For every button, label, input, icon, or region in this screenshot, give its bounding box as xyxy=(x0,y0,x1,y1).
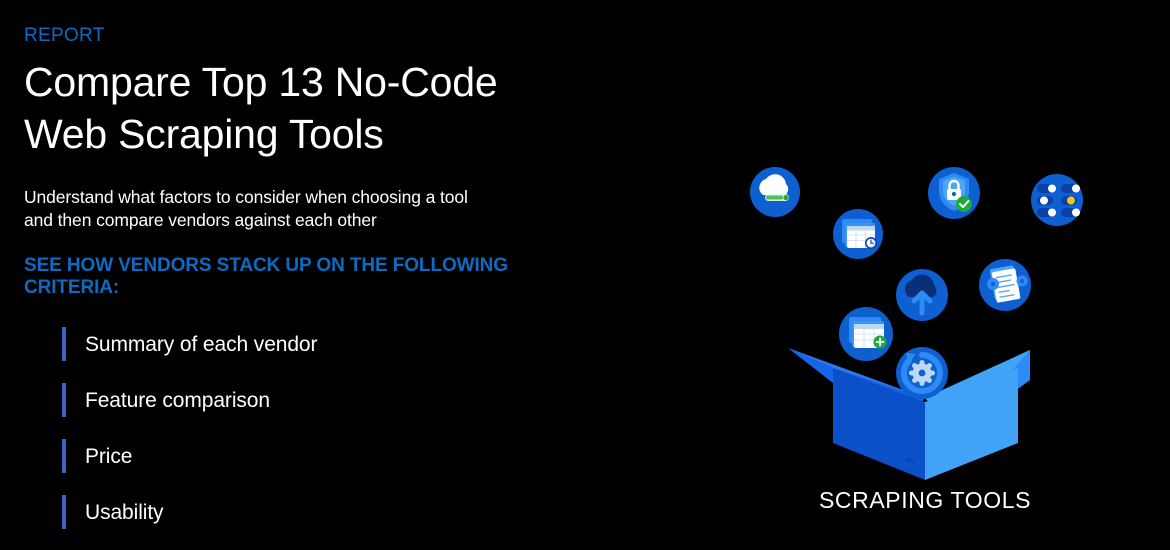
list-item-label: Price xyxy=(85,444,133,468)
subtitle: Understand what factors to consider when… xyxy=(24,186,564,233)
sync-gear-icon xyxy=(896,347,948,399)
criteria-heading: SEE HOW VENDORS STACK UP ON THE FOLLOWIN… xyxy=(24,255,544,300)
cloud-sync-icon xyxy=(750,167,800,217)
list-item-label: Summary of each vendor xyxy=(85,332,318,356)
list-item: Usability xyxy=(62,484,317,540)
report-banner: REPORT Compare Top 13 No-Code Web Scrapi… xyxy=(0,0,1170,550)
criteria-list: Summary of each vendor Feature compariso… xyxy=(62,316,318,540)
page-title-line-1: Compare Top 13 No-Code xyxy=(24,58,498,105)
shield-lock-icon xyxy=(928,167,980,219)
subtitle-line-2: and then compare vendors against each ot… xyxy=(24,210,377,231)
scraping-tools-illustration xyxy=(700,140,1150,540)
criteria-heading-line-1: SEE HOW VENDORS STACK UP ON THE FOLLOWIN… xyxy=(24,254,508,276)
criteria-heading-line-2: CRITERIA: xyxy=(24,276,120,298)
page-title-line-2: Web Scraping Tools xyxy=(24,110,384,157)
bullet-bar-icon xyxy=(62,383,66,417)
list-item: Price xyxy=(62,428,317,484)
subtitle-line-1: Understand what factors to consider when… xyxy=(24,187,468,208)
list-item-label: Feature comparison xyxy=(85,388,270,412)
text-column: REPORT Compare Top 13 No-Code Web Scrapi… xyxy=(24,25,624,300)
bullet-bar-icon xyxy=(62,439,66,473)
list-item: Feature comparison xyxy=(62,372,317,428)
page-title: Compare Top 13 No-Code Web Scraping Tool… xyxy=(24,56,624,160)
list-item: Summary of each vendor xyxy=(62,316,318,372)
bullet-bar-icon xyxy=(62,327,66,361)
list-item-label: Usability xyxy=(85,500,164,524)
cloud-upload-icon xyxy=(896,269,948,321)
spreadsheet-clock-icon xyxy=(833,209,883,259)
bullet-bar-icon xyxy=(62,495,66,529)
eyebrow-label: REPORT xyxy=(24,25,105,46)
data-grid-icon xyxy=(1031,174,1083,226)
document-gears-icon xyxy=(979,259,1031,311)
box-label: SCRAPING TOOLS xyxy=(818,487,1032,513)
spreadsheet-add-icon xyxy=(839,307,893,361)
